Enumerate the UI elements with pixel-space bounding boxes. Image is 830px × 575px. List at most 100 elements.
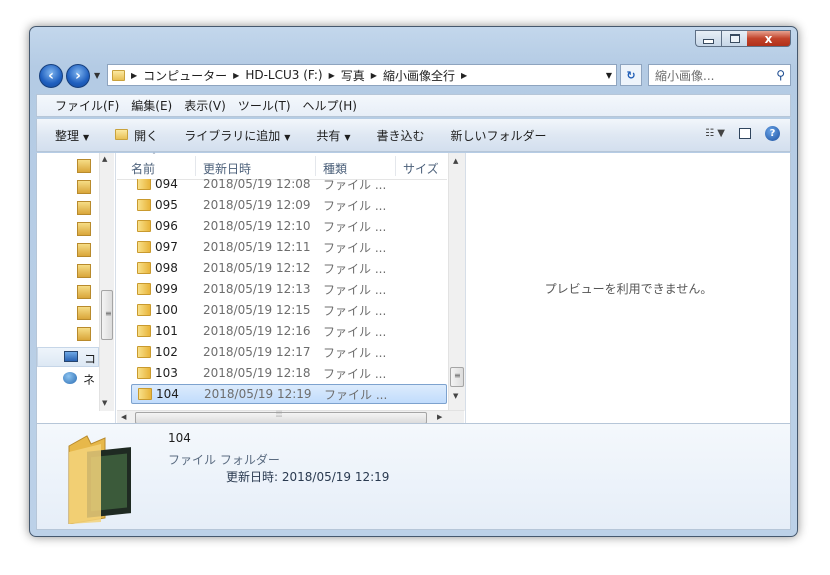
grip-icon: ≡: [105, 309, 112, 318]
file-list-scrollbar[interactable]: ▲ ≡ ▼: [448, 153, 465, 411]
open-button[interactable]: 開く: [115, 127, 158, 144]
file-name: 100: [155, 303, 178, 317]
preview-pane-icon[interactable]: [739, 128, 751, 139]
chevron-down-icon: ▼: [94, 71, 101, 80]
scroll-down-icon[interactable]: ▼: [453, 392, 458, 400]
menu-view[interactable]: 表示(V): [184, 97, 226, 114]
address-dropdown-icon[interactable]: ▼: [606, 71, 612, 80]
table-row[interactable]: 102 2018/05/19 12:17 ファイル ...: [131, 342, 447, 362]
share-button[interactable]: 共有 ▼: [316, 127, 350, 144]
table-row[interactable]: 100 2018/05/19 12:15 ファイル ...: [131, 300, 447, 320]
chevron-right-icon[interactable]: ▶: [131, 71, 137, 80]
table-row[interactable]: 097 2018/05/19 12:11 ファイル ...: [131, 237, 447, 257]
table-row[interactable]: 103 2018/05/19 12:18 ファイル ...: [131, 363, 447, 383]
menu-file[interactable]: ファイル(F): [55, 97, 119, 114]
library-icon[interactable]: [77, 159, 91, 173]
maximize-button[interactable]: [721, 30, 747, 47]
column-divider[interactable]: [195, 156, 196, 176]
menu-help[interactable]: ヘルプ(H): [303, 97, 357, 114]
file-date: 2018/05/19 12:09: [203, 198, 311, 212]
document-folder-icon[interactable]: [77, 201, 91, 215]
search-placeholder: 縮小画像...: [655, 68, 715, 83]
arrow-right-icon: ›: [75, 68, 81, 84]
document-folder-icon[interactable]: [77, 180, 91, 194]
file-name: 094: [155, 179, 178, 191]
breadcrumb-drive[interactable]: HD-LCU3 (F:): [245, 68, 322, 82]
new-folder-button[interactable]: 新しいフォルダー: [451, 127, 547, 144]
folder-icon: [137, 304, 151, 316]
folder-icon: [137, 367, 151, 379]
scroll-left-icon[interactable]: ◀: [121, 413, 126, 421]
breadcrumb-computer[interactable]: コンピューター: [143, 67, 227, 84]
computer-icon: [64, 351, 78, 362]
table-row[interactable]: 095 2018/05/19 12:09 ファイル ...: [131, 195, 447, 215]
file-date: 2018/05/19 12:13: [203, 282, 311, 296]
table-row[interactable]: 101 2018/05/19 12:16 ファイル ...: [131, 321, 447, 341]
scroll-up-icon[interactable]: ▲: [453, 157, 458, 165]
grip-icon: ≡: [454, 371, 461, 380]
forward-button[interactable]: ›: [66, 64, 90, 88]
table-row[interactable]: 099 2018/05/19 12:13 ファイル ...: [131, 279, 447, 299]
scroll-right-icon[interactable]: ▶: [437, 413, 442, 421]
file-type: ファイル ...: [323, 345, 387, 360]
search-input[interactable]: 縮小画像... ⚲: [648, 64, 791, 86]
user-folder-icon[interactable]: [77, 327, 91, 341]
music-folder-icon[interactable]: [77, 243, 91, 257]
file-date: 2018/05/19 12:18: [203, 366, 311, 380]
chevron-right-icon[interactable]: ▶: [329, 71, 335, 80]
column-divider[interactable]: [395, 156, 396, 176]
folder-icon: [137, 325, 151, 337]
video-folder-icon[interactable]: [77, 222, 91, 236]
column-name[interactable]: 名前: [131, 160, 155, 177]
file-name: 103: [155, 366, 178, 380]
help-icon[interactable]: ?: [765, 126, 780, 141]
breadcrumb-photos[interactable]: 写真: [341, 67, 365, 84]
menu-tools[interactable]: ツール(T): [238, 97, 291, 114]
nav-item-network[interactable]: ネ: [37, 369, 99, 389]
address-bar[interactable]: ▶ コンピューター ▶ HD-LCU3 (F:) ▶ 写真 ▶ 縮小画像全行 ▶…: [107, 64, 617, 86]
back-button[interactable]: ‹: [39, 64, 63, 88]
organize-label: 整理: [55, 128, 80, 143]
file-type: ファイル ...: [323, 198, 387, 213]
menu-edit[interactable]: 編集(E): [131, 97, 172, 114]
nav-pane-scrollbar[interactable]: ▲ ≡ ▼: [99, 153, 114, 411]
column-modified[interactable]: 更新日時: [203, 160, 251, 177]
file-list-scroll-thumb[interactable]: ≡: [450, 367, 464, 387]
view-options-icon[interactable]: ☷ ▼: [705, 128, 725, 139]
nav-item-computer[interactable]: コ: [37, 347, 99, 367]
open-label: 開く: [134, 128, 159, 143]
file-type: ファイル ...: [323, 324, 387, 339]
file-date: 2018/05/19 12:19: [204, 387, 312, 401]
maximize-icon: [729, 34, 740, 43]
table-row[interactable]: 098 2018/05/19 12:12 ファイル ...: [131, 258, 447, 278]
column-divider[interactable]: [315, 156, 316, 176]
scroll-down-icon[interactable]: ▼: [102, 399, 107, 407]
chevron-right-icon[interactable]: ▶: [371, 71, 377, 80]
search-folder-icon[interactable]: [77, 306, 91, 320]
document-folder-icon[interactable]: [77, 285, 91, 299]
column-type[interactable]: 種類: [323, 160, 347, 177]
minimize-button[interactable]: [695, 30, 721, 47]
picture-folder-icon[interactable]: [77, 264, 91, 278]
breadcrumb-thumbnails[interactable]: 縮小画像全行: [383, 67, 455, 84]
search-icon[interactable]: ⚲: [776, 68, 785, 82]
caption-buttons: x: [695, 30, 791, 47]
file-list: 名前 ˆ 更新日時 種類 サイズ 094 2018/05/19 12:08 ファイル…: [117, 152, 465, 425]
burn-button[interactable]: 書き込む: [377, 127, 425, 144]
refresh-button[interactable]: ↻: [620, 64, 642, 86]
nav-scroll-thumb[interactable]: ≡: [101, 290, 113, 340]
organize-button[interactable]: 整理 ▼: [55, 127, 89, 144]
file-name: 095: [155, 198, 178, 212]
share-label: 共有: [316, 128, 341, 143]
chevron-right-icon[interactable]: ▶: [461, 71, 467, 80]
scroll-up-icon[interactable]: ▲: [102, 155, 107, 163]
column-size[interactable]: サイズ: [403, 160, 439, 177]
add-to-library-button[interactable]: ライブラリに追加 ▼: [184, 127, 290, 144]
folder-icon: [137, 220, 151, 232]
table-row-selected[interactable]: 104 2018/05/19 12:19 ファイル ...: [131, 384, 447, 404]
close-button[interactable]: x: [747, 30, 791, 47]
recent-pages-dropdown[interactable]: ▼: [94, 71, 100, 80]
chevron-right-icon[interactable]: ▶: [233, 71, 239, 80]
table-row[interactable]: 094 2018/05/19 12:08 ファイル ...: [131, 179, 447, 194]
table-row[interactable]: 096 2018/05/19 12:10 ファイル ...: [131, 216, 447, 236]
